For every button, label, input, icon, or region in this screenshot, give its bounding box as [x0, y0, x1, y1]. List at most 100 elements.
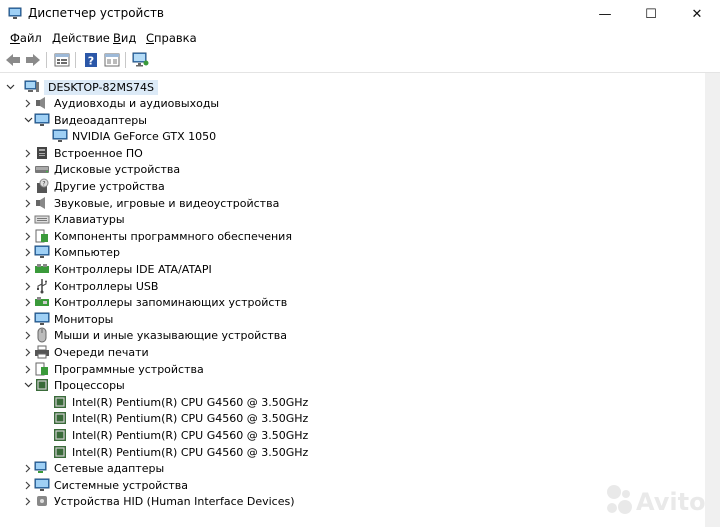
category-item[interactable]: Контроллеры IDE ATA/ATAPI — [22, 261, 212, 277]
tree-item-label: Мониторы — [54, 312, 114, 326]
chevron-right-icon[interactable] — [22, 244, 34, 260]
chevron-right-icon[interactable] — [22, 477, 34, 493]
category-item[interactable]: Очереди печати — [22, 344, 149, 360]
tree-item-label: Другие устройства — [54, 179, 165, 193]
audio-icon — [34, 95, 50, 111]
chevron-right-icon[interactable] — [22, 493, 34, 509]
chevron-right-icon[interactable] — [22, 327, 34, 343]
category-item[interactable]: Видеоадаптеры — [22, 112, 147, 128]
tree-item-label: Клавиатуры — [54, 212, 125, 226]
minimize-button[interactable]: — — [582, 0, 628, 28]
category-item[interactable]: Сетевые адаптеры — [22, 460, 164, 476]
maximize-button[interactable]: ☐ — [628, 0, 674, 28]
chevron-right-icon[interactable] — [22, 195, 34, 211]
chevron-down-icon[interactable] — [4, 79, 16, 95]
category-item[interactable]: Дисковые устройства — [22, 161, 180, 177]
category-item[interactable]: Устройства HID (Human Interface Devices) — [22, 493, 295, 509]
computer-icon — [24, 79, 40, 95]
toolbar-separator — [46, 52, 47, 68]
scan-hardware-button[interactable] — [132, 51, 150, 69]
chevron-right-icon[interactable] — [22, 361, 34, 377]
cpu-icon — [52, 444, 68, 460]
chevron-right-icon[interactable] — [22, 178, 34, 194]
chevron-right-icon[interactable] — [22, 161, 34, 177]
category-item[interactable]: Мониторы — [22, 311, 113, 327]
ide-controller-icon — [34, 261, 50, 277]
properties-icon — [54, 53, 70, 67]
chevron-right-icon[interactable] — [22, 344, 34, 360]
scan-icon — [132, 52, 149, 67]
menu-view[interactable]: Вид — [113, 31, 136, 45]
menu-file[interactable]: Файл — [10, 31, 42, 45]
chevron-right-icon[interactable] — [22, 311, 34, 327]
toolbar: ? — [0, 48, 720, 73]
category-item[interactable]: Программные устройства — [22, 361, 204, 377]
back-button[interactable] — [4, 51, 22, 69]
chevron-right-icon[interactable] — [22, 145, 34, 161]
category-item[interactable]: Звуковые, игровые и видеоустройства — [22, 195, 279, 211]
category-item[interactable]: Контроллеры USB — [22, 278, 158, 294]
chevron-right-icon[interactable] — [22, 278, 34, 294]
tree-item-label: Процессоры — [54, 378, 125, 392]
mouse-icon — [34, 327, 50, 343]
usb-icon — [34, 278, 50, 294]
category-item[interactable]: Мыши и иные указывающие устройства — [22, 327, 287, 343]
forward-icon — [26, 54, 40, 66]
tree-item-label: Мыши и иные указывающие устройства — [54, 328, 288, 342]
device-item[interactable]: Intel(R) Pentium(R) CPU G4560 @ 3.50GHz — [40, 444, 308, 460]
category-item[interactable]: Системные устройства — [22, 477, 188, 493]
category-item[interactable]: Контроллеры запоминающих устройств — [22, 294, 287, 310]
svg-text:Avito: Avito — [636, 488, 706, 516]
software-device-icon — [34, 361, 50, 377]
monitor-icon — [34, 311, 50, 327]
tree-root[interactable]: DESKTOP-82MS74S — [4, 79, 158, 95]
menu-action-accesskey: Д — [52, 31, 61, 45]
avito-logo-icon: Avito — [607, 485, 706, 516]
view-button[interactable] — [103, 51, 121, 69]
help-button[interactable]: ? — [82, 51, 100, 69]
chevron-right-icon[interactable] — [22, 294, 34, 310]
title-bar: Диспетчер устройств — ☐ ✕ — [0, 0, 720, 28]
category-item[interactable]: Встроенное ПО — [22, 145, 143, 161]
category-item[interactable]: Аудиовходы и аудиовыходы — [22, 95, 219, 111]
category-item[interactable]: Компьютер — [22, 244, 120, 260]
tree-item-label: Сетевые адаптеры — [54, 461, 165, 475]
unknown-device-icon: ? — [34, 178, 50, 194]
tree-item-label: Очереди печати — [54, 345, 149, 359]
menu-action[interactable]: Действие — [52, 31, 110, 45]
chevron-right-icon[interactable] — [22, 95, 34, 111]
category-item[interactable]: Процессоры — [22, 377, 125, 393]
chevron-down-icon[interactable] — [22, 377, 34, 393]
menu-help[interactable]: Справка — [146, 31, 197, 45]
menu-help-accesskey: С — [146, 31, 155, 45]
device-item[interactable]: Intel(R) Pentium(R) CPU G4560 @ 3.50GHz — [40, 427, 308, 443]
chevron-down-icon[interactable] — [22, 112, 34, 128]
device-tree: DESKTOP-82MS74S Аудиовходы и аудиовыходы… — [0, 73, 705, 527]
close-button[interactable]: ✕ — [674, 0, 720, 28]
svg-text:?: ? — [88, 55, 94, 68]
device-item[interactable]: Intel(R) Pentium(R) CPU G4560 @ 3.50GHz — [40, 394, 308, 410]
category-item[interactable]: ? Другие устройства — [22, 178, 165, 194]
view-icon — [104, 53, 120, 67]
chevron-right-icon[interactable] — [22, 228, 34, 244]
category-item[interactable]: Клавиатуры — [22, 211, 125, 227]
device-item[interactable]: NVIDIA GeForce GTX 1050 — [40, 128, 216, 144]
speaker-icon — [34, 195, 50, 211]
chevron-right-icon[interactable] — [22, 460, 34, 476]
back-icon — [6, 54, 20, 66]
chevron-right-icon[interactable] — [22, 261, 34, 277]
tree-item-label: Компоненты программного обеспечения — [54, 229, 292, 243]
chevron-right-icon[interactable] — [22, 211, 34, 227]
firmware-icon — [34, 145, 50, 161]
device-item[interactable]: Intel(R) Pentium(R) CPU G4560 @ 3.50GHz — [40, 410, 308, 426]
properties-button[interactable] — [53, 51, 71, 69]
vertical-scrollbar[interactable] — [705, 73, 720, 527]
forward-button[interactable] — [24, 51, 42, 69]
tree-item-label: Контроллеры запоминающих устройств — [54, 295, 288, 309]
tree-item-label: Intel(R) Pentium(R) CPU G4560 @ 3.50GHz — [72, 428, 309, 442]
tree-item-label: Программные устройства — [54, 362, 204, 376]
category-item[interactable]: Компоненты программного обеспечения — [22, 228, 292, 244]
